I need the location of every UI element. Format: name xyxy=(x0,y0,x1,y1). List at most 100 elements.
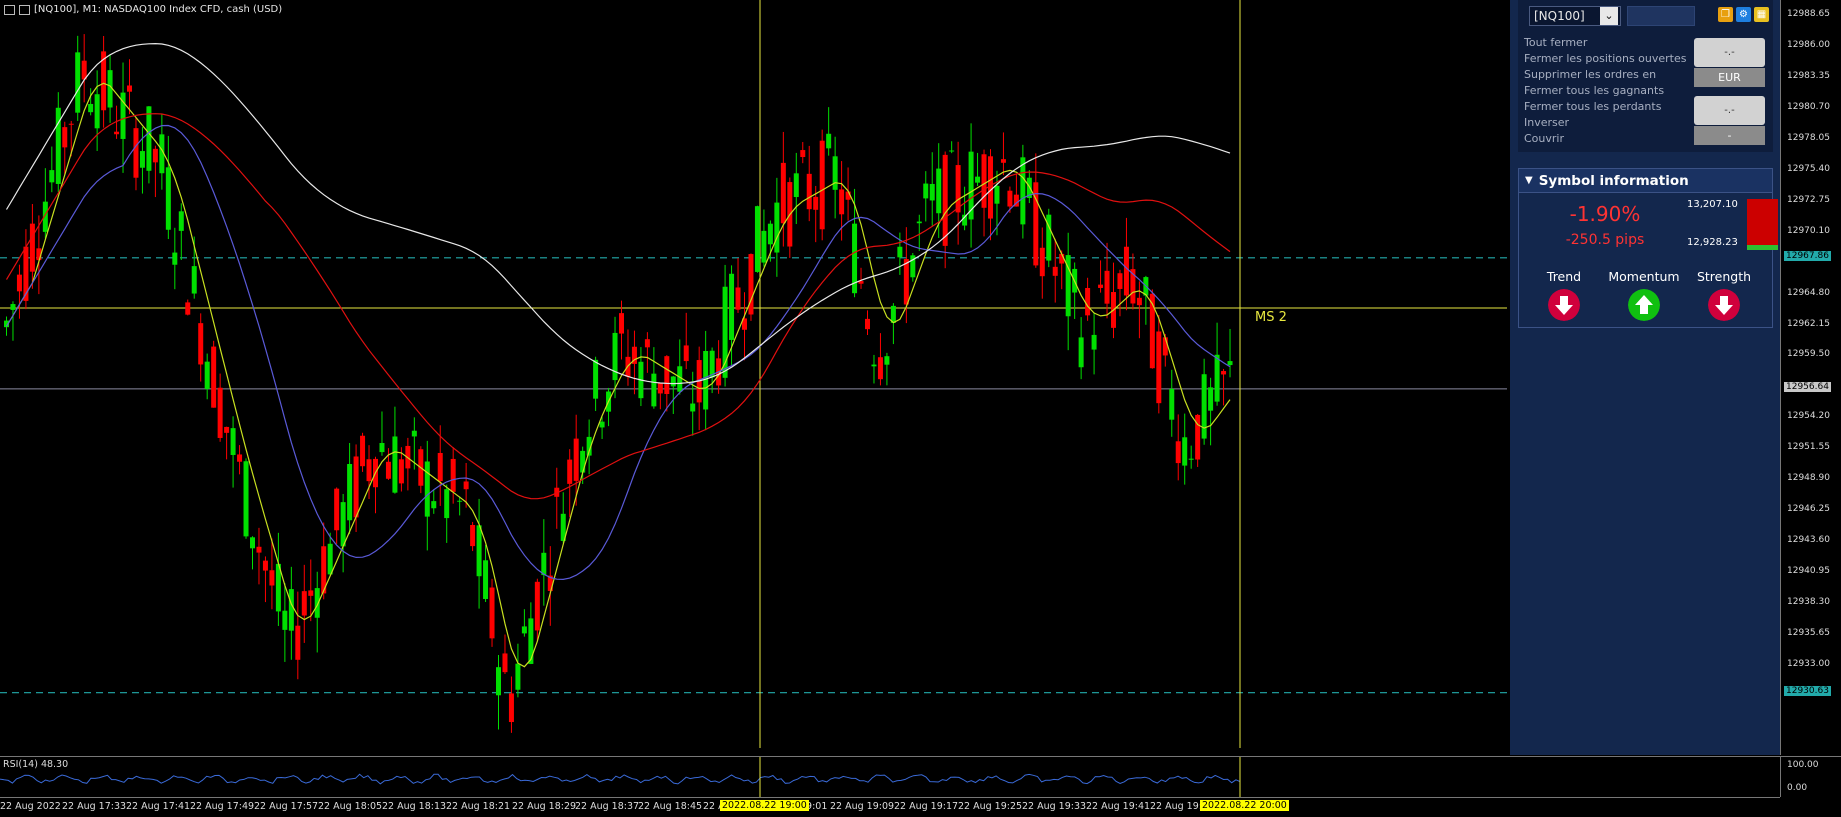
chart-area[interactable]: MS 2 [NQ100], M1: NASDAQ100 Index CFD, c… xyxy=(0,0,1510,755)
candle-body xyxy=(340,502,346,547)
time-tick-label: 22 Aug 18:45 xyxy=(638,801,703,812)
price-tick-label: 12970.10 xyxy=(1787,225,1830,236)
candle-body xyxy=(334,488,340,531)
candle-body xyxy=(282,610,288,630)
lot-input[interactable] xyxy=(1627,6,1695,26)
candle-body xyxy=(10,304,16,310)
ms2-label: MS 2 xyxy=(1255,310,1287,325)
candle-body xyxy=(450,458,456,492)
price-tick-label: 12978.05 xyxy=(1787,132,1830,143)
candle-body xyxy=(619,313,624,334)
ma-longest-line xyxy=(5,42,1231,385)
candle-body xyxy=(444,489,450,519)
candle-body xyxy=(923,183,929,199)
ma-medium-line xyxy=(5,124,1231,581)
range-low: 12,928.23 xyxy=(1687,237,1738,248)
candle-body xyxy=(250,537,255,549)
candle-body xyxy=(677,366,683,392)
time-tag: 2022.08.22 19:00 xyxy=(720,800,809,811)
candle-body xyxy=(929,183,935,201)
candle-body xyxy=(826,133,832,149)
candle-body xyxy=(29,223,35,272)
candle-body xyxy=(353,456,359,518)
chevron-down-icon[interactable]: ⌄ xyxy=(1600,7,1618,25)
candle-body xyxy=(1227,361,1233,366)
candle-body xyxy=(385,461,391,479)
candle-body xyxy=(314,588,320,618)
profit-button[interactable]: -.- xyxy=(1694,38,1765,67)
rsi-path xyxy=(0,773,1241,785)
candle-body xyxy=(114,131,120,135)
candle-body xyxy=(877,357,883,380)
menu-close-losers[interactable]: Fermer tous les perdants xyxy=(1524,100,1661,113)
price-tag-upper-dash: 12967.86 xyxy=(1784,250,1831,261)
candle-body xyxy=(528,618,534,664)
candle-body xyxy=(936,168,942,214)
chart-title-bar: [NQ100], M1: NASDAQ100 Index CFD, cash (… xyxy=(4,4,282,15)
candle-body xyxy=(664,356,670,395)
candle-body xyxy=(541,552,547,576)
lots-sub-label: - xyxy=(1694,126,1765,145)
gear-icon[interactable]: ⚙ xyxy=(1736,7,1751,22)
range-bar xyxy=(1747,199,1778,250)
candle-body xyxy=(224,426,230,433)
price-axis[interactable]: 12988.65 12986.00 12983.35 12980.70 12978.05… xyxy=(1780,0,1841,755)
rsi-label: RSI(14) 48.30 xyxy=(3,759,69,770)
candle-body xyxy=(146,106,152,171)
currency-label: EUR xyxy=(1694,68,1765,87)
candle-body xyxy=(884,356,890,365)
range-bar-current xyxy=(1747,245,1778,250)
candle-body xyxy=(301,591,307,616)
menu-hedge[interactable]: Couvrir xyxy=(1524,132,1564,145)
flag-icon xyxy=(4,4,15,15)
menu-close-winners[interactable]: Fermer tous les gagnants xyxy=(1524,84,1664,97)
copy-icon[interactable]: ❐ xyxy=(1718,7,1733,22)
price-tick-label: 12959.50 xyxy=(1787,349,1830,360)
symbol-value: [NQ100] xyxy=(1534,9,1585,23)
candle-body xyxy=(832,156,838,190)
menu-delete-orders[interactable]: Supprimer les ordres en xyxy=(1524,68,1656,81)
candle-body xyxy=(366,459,372,482)
lots-button[interactable]: -.- xyxy=(1694,96,1765,125)
time-tick-label: 22 Aug 19:41 xyxy=(1086,801,1151,812)
candle-body xyxy=(1169,388,1175,420)
candle-body xyxy=(496,667,501,696)
strength-down-arrow-icon xyxy=(1708,289,1740,321)
candle-body xyxy=(865,318,870,330)
ma-fast-line xyxy=(5,82,1231,668)
trade-panel: [NQ100] ⌄ ❐ ⚙ ▦ Tout fermer Fermer les p… xyxy=(1510,0,1780,755)
change-pips: -250.5 pips xyxy=(1565,232,1645,248)
candle-body xyxy=(308,590,314,596)
candle-body xyxy=(567,459,573,484)
grid-icon[interactable]: ▦ xyxy=(1754,7,1769,22)
candle-body xyxy=(994,185,1000,204)
menu-reverse[interactable]: Inverser xyxy=(1524,116,1569,129)
time-axis[interactable]: 22 Aug 2022 22 Aug 17:33 22 Aug 17:41 22 Au… xyxy=(0,797,1780,817)
candle-body xyxy=(411,430,417,437)
candle-body xyxy=(1104,270,1110,304)
candle-body xyxy=(288,589,294,631)
candle-body xyxy=(1091,334,1097,350)
candle-body xyxy=(981,154,987,208)
candle-body xyxy=(800,150,806,158)
symbol-info-header[interactable]: ▼ Symbol information xyxy=(1519,169,1772,193)
collapse-triangle-icon[interactable]: ▼ xyxy=(1525,175,1533,186)
candle-body xyxy=(172,252,178,265)
candle-body xyxy=(916,221,922,224)
price-tick-label: 12964.80 xyxy=(1787,287,1830,298)
candle-body xyxy=(379,443,385,453)
candle-body xyxy=(437,452,443,482)
candle-body xyxy=(1117,273,1123,289)
candle-body xyxy=(347,463,353,521)
price-tick-label: 12954.20 xyxy=(1787,411,1830,422)
menu-close-all[interactable]: Tout fermer xyxy=(1524,36,1587,49)
candle-body xyxy=(754,206,760,272)
candle-body xyxy=(1214,354,1220,402)
menu-close-positions[interactable]: Fermer les positions ouvertes xyxy=(1524,52,1687,65)
candle-body xyxy=(152,148,158,163)
time-tick-label: 22 Aug 17:41 xyxy=(126,801,191,812)
rsi-subwindow[interactable]: RSI(14) 48.30 xyxy=(0,756,1780,797)
time-tick-label: 22 Aug 19:09 xyxy=(830,801,895,812)
trend-down-arrow-icon xyxy=(1548,289,1580,321)
symbol-information-panel: ▼ Symbol information -1.90% -250.5 pips … xyxy=(1518,168,1778,328)
